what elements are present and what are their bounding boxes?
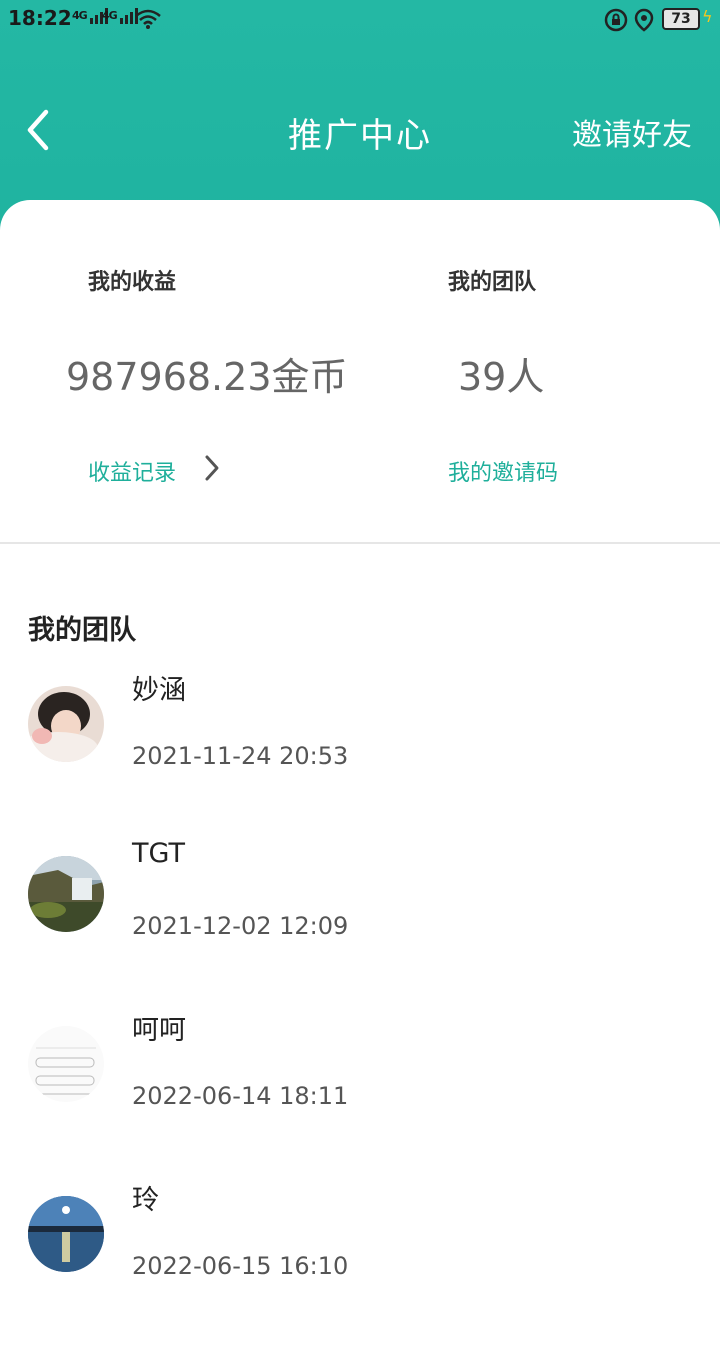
avatar [28,1196,104,1272]
member-name: 妙涵 [132,675,186,706]
member-name: 呵呵 [132,1015,186,1046]
signal-label-2: 4G [102,9,118,22]
invite-code-link[interactable]: 我的邀请码 [448,455,558,487]
member-name: TGT [132,838,185,869]
divider [0,542,720,544]
team-count: 39人 [458,355,545,399]
chevron-right-icon[interactable] [202,454,222,486]
avatar [28,856,104,932]
invite-friends-button[interactable]: 邀请好友 [572,110,692,154]
member-join-time: 2022-06-14 18:11 [132,1082,349,1110]
earnings-record-link[interactable]: 收益记录 [88,455,176,487]
status-bar: 18:22 4G 4G 73 ϟ [0,0,720,38]
team-label: 我的团队 [448,270,537,295]
earnings-label: 我的收益 [88,270,177,295]
avatar [28,1026,104,1102]
member-name: 玲 [132,1185,159,1216]
location-icon [634,8,654,37]
battery-icon: 73 [662,8,700,30]
status-time: 18:22 [8,6,72,30]
member-join-time: 2021-11-24 20:53 [132,742,349,770]
team-section-title: 我的团队 [28,615,136,646]
team-member-row[interactable]: 玲 2022-06-15 16:10 [0,1176,720,1346]
avatar [28,686,104,762]
lock-rotation-icon [604,8,628,37]
earnings-value: 987968.23金币 [66,355,348,399]
team-member-row[interactable]: TGT 2021-12-02 12:09 [0,836,720,1006]
team-member-row[interactable]: 妙涵 2021-11-24 20:53 [0,666,720,836]
member-join-time: 2021-12-02 12:09 [132,912,349,940]
wifi-icon [134,8,162,35]
team-member-row[interactable]: 呵呵 2022-06-14 18:11 [0,1006,720,1176]
signal-label: 4G [72,9,88,22]
charging-icon: ϟ [702,7,713,26]
member-join-time: 2022-06-15 16:10 [132,1252,349,1280]
